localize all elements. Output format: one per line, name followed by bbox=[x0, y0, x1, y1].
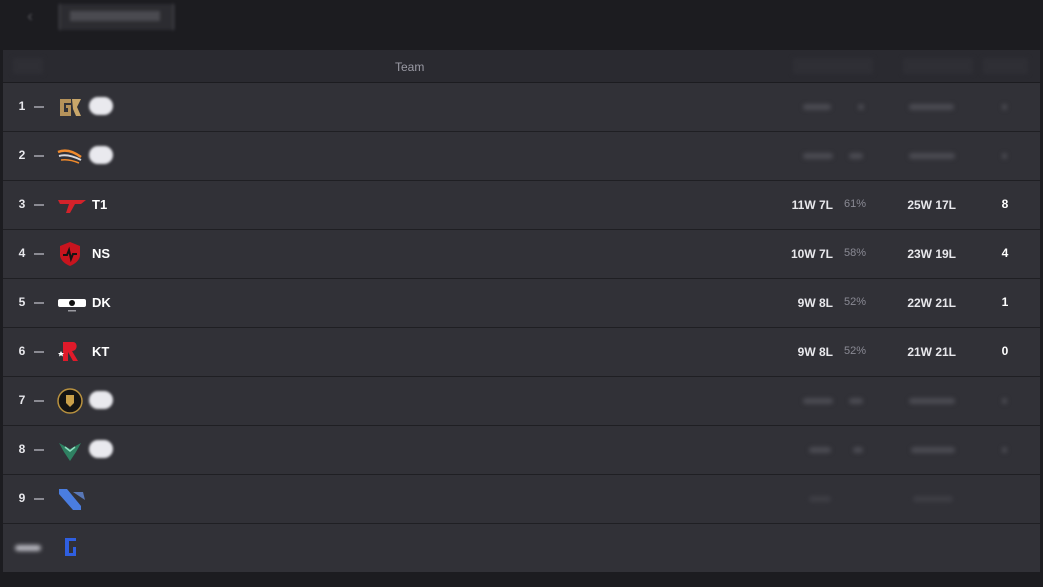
game-record: 22W 21L bbox=[907, 296, 956, 310]
points-blurred bbox=[1002, 447, 1007, 453]
winrate: 58% bbox=[844, 247, 867, 259]
team-name-blurred bbox=[89, 440, 113, 458]
table-row[interactable]: 3 T1 11W 7L 61% 25W 17L 8 bbox=[3, 181, 1040, 230]
game-record: 23W 19L bbox=[907, 247, 956, 261]
winrate-blurred bbox=[849, 398, 863, 404]
trend-flat-icon bbox=[34, 155, 44, 157]
points: 0 bbox=[1001, 344, 1009, 358]
table-row[interactable]: 8 bbox=[3, 426, 1040, 475]
points-blurred bbox=[1002, 104, 1007, 110]
back-arrow-icon[interactable]: ‹ bbox=[12, 6, 48, 28]
season-tab[interactable] bbox=[59, 4, 174, 30]
season-tab-label-blurred bbox=[70, 11, 160, 21]
match-record: 11W 7L bbox=[791, 198, 833, 212]
team-code: KT bbox=[92, 344, 110, 359]
rank-number: 1 bbox=[18, 99, 26, 113]
gen-g-logo-icon bbox=[60, 99, 81, 116]
table-row[interactable]: 4 NS 10W 7L 58% 23W 19L 4 bbox=[3, 230, 1040, 279]
rank-number: 8 bbox=[18, 442, 26, 456]
team-name-blurred bbox=[89, 97, 113, 115]
game-record: 25W 17L bbox=[907, 198, 956, 212]
match-column-header-blurred bbox=[793, 58, 873, 74]
bottom-strip bbox=[0, 572, 1043, 587]
points: 8 bbox=[1001, 197, 1009, 211]
match-record-blurred bbox=[803, 104, 831, 110]
points: 1 bbox=[1001, 295, 1009, 309]
hanwha-logo-icon bbox=[57, 149, 82, 164]
rank-number: 2 bbox=[18, 148, 26, 162]
match-record: 9W 8L bbox=[797, 296, 833, 310]
game-record-blurred bbox=[909, 153, 955, 159]
game-record: 21W 21L bbox=[907, 345, 956, 359]
game-record-blurred bbox=[913, 496, 953, 502]
table-header: Team bbox=[3, 50, 1040, 83]
game-record-blurred bbox=[909, 398, 955, 404]
match-record-blurred bbox=[809, 496, 831, 502]
team-code: DK bbox=[92, 295, 111, 310]
winrate-blurred bbox=[858, 104, 864, 110]
kt-logo-icon bbox=[58, 342, 78, 361]
match-record: 9W 8L bbox=[797, 345, 833, 359]
trend-flat-icon bbox=[34, 498, 44, 500]
table-row[interactable]: 2 bbox=[3, 132, 1040, 181]
trend-flat-icon bbox=[34, 351, 44, 353]
points-blurred bbox=[1002, 398, 1007, 404]
trend-flat-icon bbox=[34, 302, 44, 304]
game-record-blurred bbox=[909, 104, 954, 110]
team-column-header: Team bbox=[395, 60, 425, 74]
standings-table: Team 1 2 3 T1 11W 7L 61% 25W 17L 8 4 NS … bbox=[3, 50, 1040, 573]
rank-number: 3 bbox=[18, 197, 26, 211]
team-code: NS bbox=[92, 246, 111, 261]
blue-shield-logo-icon bbox=[65, 538, 76, 556]
trend-flat-icon bbox=[34, 253, 44, 255]
team-name-blurred bbox=[89, 391, 113, 409]
table-row[interactable]: 7 bbox=[3, 377, 1040, 426]
table-row[interactable] bbox=[3, 524, 1040, 573]
games-column-header-blurred bbox=[903, 58, 973, 74]
team-code: T1 bbox=[92, 197, 108, 212]
rank-header-blurred bbox=[13, 58, 43, 74]
lion-crest-logo-icon bbox=[57, 388, 83, 414]
rank-number-blurred bbox=[15, 545, 41, 551]
points-blurred bbox=[1002, 153, 1007, 159]
table-row[interactable]: 9 bbox=[3, 475, 1040, 524]
dk-logo-icon bbox=[58, 299, 86, 312]
winrate: 61% bbox=[844, 198, 867, 210]
match-record: 10W 7L bbox=[790, 247, 833, 261]
table-row[interactable]: 6 KT 9W 8L 52% 21W 21L 0 bbox=[3, 328, 1040, 377]
match-record-blurred bbox=[809, 447, 831, 453]
trend-flat-icon bbox=[34, 449, 44, 451]
table-row[interactable]: 1 bbox=[3, 83, 1040, 132]
t1-logo-icon bbox=[58, 200, 86, 213]
winrate: 52% bbox=[844, 345, 867, 357]
rank-number: 6 bbox=[18, 344, 26, 358]
trend-flat-icon bbox=[34, 204, 44, 206]
trend-flat-icon bbox=[34, 106, 44, 108]
top-bar: ‹ bbox=[0, 0, 1043, 50]
match-record-blurred bbox=[803, 153, 833, 159]
winrate-blurred bbox=[853, 447, 863, 453]
rank-number: 4 bbox=[18, 246, 26, 260]
match-record-blurred bbox=[803, 398, 833, 404]
table-row[interactable]: 5 DK 9W 8L 52% 22W 21L 1 bbox=[3, 279, 1040, 328]
game-record-blurred bbox=[911, 447, 955, 453]
points: 4 bbox=[1001, 246, 1009, 260]
ns-logo-icon bbox=[60, 242, 80, 266]
team-name-blurred bbox=[89, 146, 113, 164]
points-column-header-blurred bbox=[983, 58, 1028, 74]
rank-number: 7 bbox=[18, 393, 26, 407]
rank-number: 9 bbox=[18, 491, 26, 505]
winrate: 52% bbox=[844, 296, 867, 308]
winrate-blurred bbox=[849, 153, 863, 159]
rank-number: 5 bbox=[18, 295, 26, 309]
green-bird-logo-icon bbox=[59, 443, 81, 461]
blue-diagonal-logo-icon bbox=[59, 489, 85, 510]
trend-flat-icon bbox=[34, 400, 44, 402]
